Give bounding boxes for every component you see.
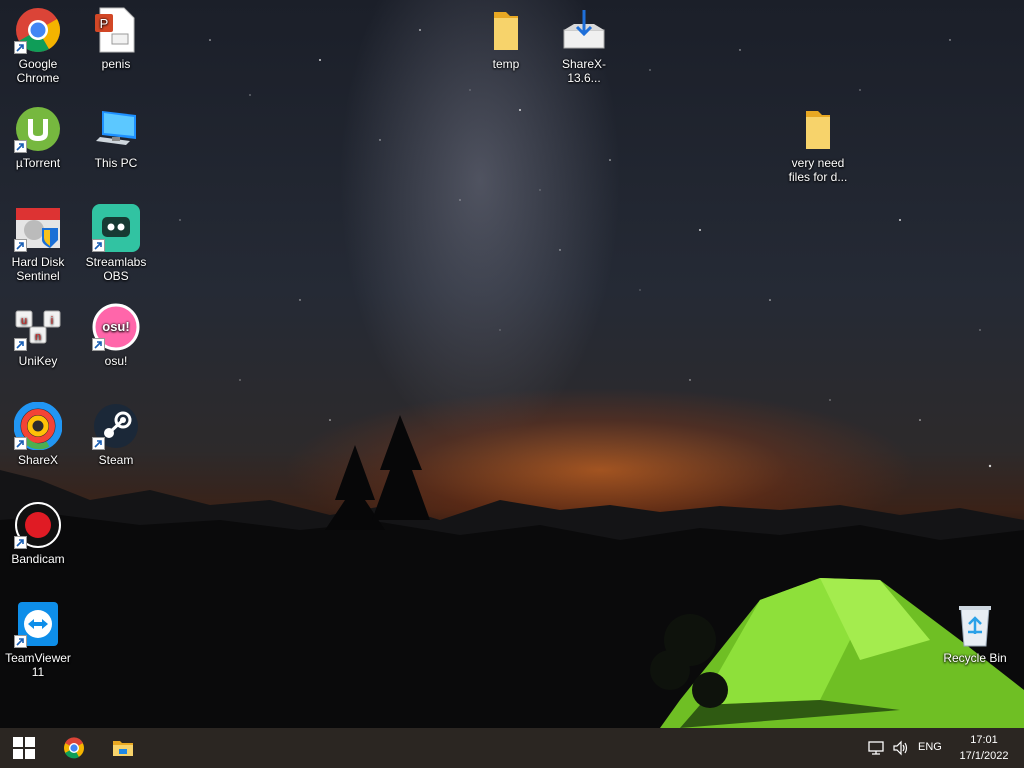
utorrent-shortcut[interactable]: µTorrent: [0, 99, 76, 191]
osu-label: osu!: [104, 354, 128, 368]
penis-label: penis: [101, 57, 131, 71]
svg-text:n: n: [35, 331, 41, 343]
streamlabs-label: Streamlabs OBS: [85, 255, 147, 283]
teamviewer-label: TeamViewer 11: [5, 651, 71, 679]
steam-icon: [92, 402, 140, 450]
powerpoint-file-icon: P: [92, 6, 140, 54]
very-need-folder[interactable]: very need files for d...: [780, 99, 856, 191]
installer-icon: [560, 6, 608, 54]
recycle-bin-icon: [951, 600, 999, 648]
bandicam-shortcut[interactable]: Bandicam: [0, 495, 76, 587]
network-icon[interactable]: [868, 739, 886, 757]
shortcut-arrow-icon: [14, 635, 27, 648]
windows-logo-icon: [13, 737, 35, 759]
taskbar-file-explorer-button[interactable]: [99, 728, 147, 768]
utorrent-label: µTorrent: [15, 156, 61, 170]
steam-shortcut[interactable]: Steam: [78, 396, 154, 488]
utorrent-icon: [14, 105, 62, 153]
sharex-installer-file[interactable]: ShareX-13.6...: [546, 0, 622, 92]
shortcut-arrow-icon: [14, 239, 27, 252]
chrome-icon: [64, 737, 84, 759]
shortcut-arrow-icon: [92, 239, 105, 252]
penis-file[interactable]: P penis: [78, 0, 154, 92]
sharex-installer-label: ShareX-13.6...: [561, 57, 607, 85]
temp-label: temp: [492, 57, 520, 71]
temp-folder[interactable]: temp: [468, 0, 544, 92]
desktop[interactable]: Google Chrome µTorrent Hard Disk Sentine…: [0, 0, 1024, 728]
unikey-icon: u in: [14, 303, 62, 351]
bandicam-icon: [14, 501, 62, 549]
sharex-icon: [14, 402, 62, 450]
shortcut-arrow-icon: [14, 41, 27, 54]
file-explorer-icon: [113, 741, 133, 756]
streamlabs-shortcut[interactable]: Streamlabs OBS: [78, 198, 154, 290]
sharex-shortcut[interactable]: ShareX: [0, 396, 76, 488]
chrome-shortcut[interactable]: Google Chrome: [0, 0, 76, 92]
svg-text:i: i: [51, 315, 53, 327]
shortcut-arrow-icon: [92, 437, 105, 450]
language-indicator[interactable]: ENG: [918, 741, 942, 753]
folder-icon: [482, 6, 530, 54]
taskbar-chrome-button[interactable]: [50, 728, 98, 768]
streamlabs-obs-icon: [92, 204, 140, 252]
computer-icon: [92, 105, 140, 153]
teamviewer-shortcut[interactable]: TeamViewer 11: [0, 594, 76, 686]
hdsentinel-shortcut[interactable]: Hard Disk Sentinel: [0, 198, 76, 290]
taskbar-clock[interactable]: 17:01 17/1/2022: [952, 732, 1016, 764]
start-button[interactable]: [0, 728, 48, 768]
steam-label: Steam: [98, 453, 134, 467]
this-pc-label: This PC: [94, 156, 138, 170]
shortcut-arrow-icon: [14, 536, 27, 549]
unikey-label: UniKey: [18, 354, 58, 368]
shortcut-arrow-icon: [14, 338, 27, 351]
folder-icon: [794, 105, 842, 153]
taskbar: ENG 17:01 17/1/2022: [0, 728, 1024, 768]
shortcut-arrow-icon: [14, 437, 27, 450]
recycle-bin-label: Recycle Bin: [943, 651, 1007, 665]
clock-time: 17:01: [970, 734, 998, 746]
shortcut-arrow-icon: [92, 338, 105, 351]
chrome-icon: [14, 6, 62, 54]
hdsentinel-label: Hard Disk Sentinel: [11, 255, 65, 283]
very-need-label: very need files for d...: [788, 156, 848, 184]
shortcut-arrow-icon: [14, 140, 27, 153]
osu-shortcut[interactable]: osu! osu!: [78, 297, 154, 389]
unikey-shortcut[interactable]: u in UniKey: [0, 297, 76, 389]
svg-text:osu!: osu!: [102, 319, 129, 334]
this-pc-shortcut[interactable]: This PC: [78, 99, 154, 191]
hard-disk-sentinel-icon: [14, 204, 62, 252]
teamviewer-icon: [14, 600, 62, 648]
chrome-label: Google Chrome: [16, 57, 60, 85]
bandicam-label: Bandicam: [11, 552, 65, 566]
volume-icon[interactable]: [892, 739, 910, 757]
clock-date: 17/1/2022: [959, 750, 1009, 762]
svg-text:P: P: [100, 16, 109, 31]
svg-text:u: u: [21, 315, 27, 327]
recycle-bin[interactable]: Recycle Bin: [937, 594, 1013, 686]
sharex-label: ShareX: [17, 453, 59, 467]
osu-icon: osu!: [92, 303, 140, 351]
